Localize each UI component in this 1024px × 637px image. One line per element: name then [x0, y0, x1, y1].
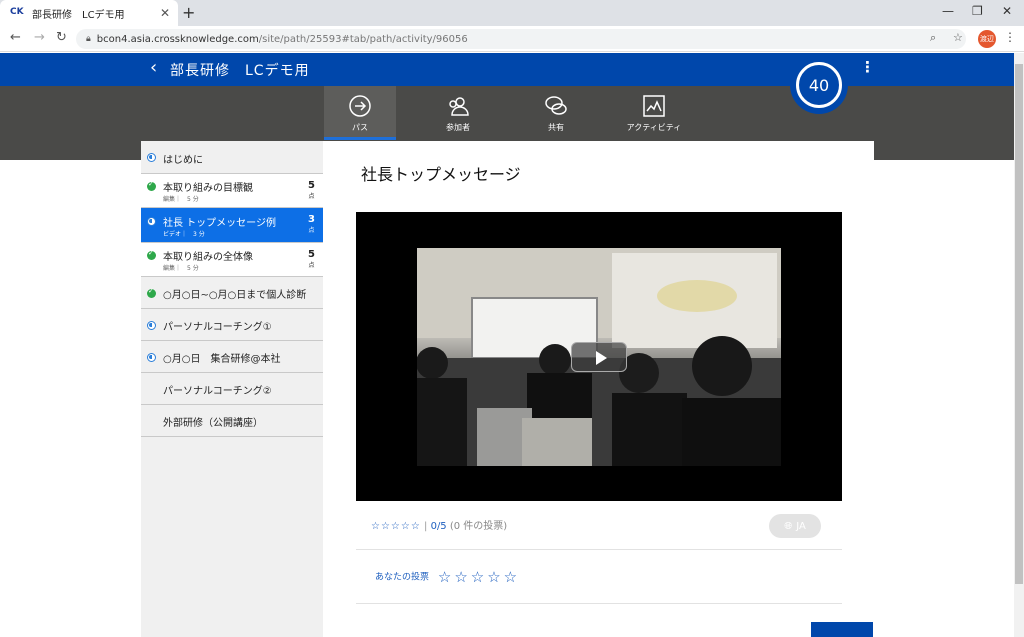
sidebar-item-label: パーソナルコーチング②: [163, 386, 272, 397]
in-progress-icon: [147, 153, 156, 162]
sidebar-item-label: ○月○日 集合研修@本社: [163, 354, 281, 365]
chat-bubbles-icon: [545, 96, 567, 115]
completed-icon: [147, 249, 156, 260]
sidebar-item-label: はじめに: [163, 155, 203, 166]
your-vote-row: あなたの投票 ☆☆☆☆☆: [375, 568, 520, 586]
sidebar-item-overview[interactable]: 本取り組みの全体像 編集｜ 5 分 5点: [141, 243, 323, 277]
scrollbar-thumb[interactable]: [1015, 64, 1023, 584]
tab-path[interactable]: パス: [324, 86, 396, 140]
points-unit: 点: [308, 193, 315, 200]
tab-close-icon[interactable]: ✕: [160, 6, 170, 20]
score-badge: 40: [790, 56, 848, 114]
sidebar-item-label: パーソナルコーチング①: [163, 322, 272, 333]
points-unit: 点: [308, 227, 315, 234]
sidebar-item-coaching-1[interactable]: パーソナルコーチング①: [141, 309, 323, 341]
back-arrow-icon[interactable]: ←: [10, 30, 21, 45]
bookmark-star-icon[interactable]: ☆: [953, 31, 963, 44]
minimize-icon[interactable]: —: [942, 4, 954, 18]
site-favicon-icon: CK: [10, 7, 24, 17]
activity-chart-icon: [643, 95, 665, 117]
forward-arrow-icon[interactable]: →: [34, 30, 45, 45]
sidebar-item-label: 社長 トップメッセージ例: [163, 218, 276, 229]
browser-menu-icon[interactable]: ⋮: [1004, 30, 1016, 44]
rating-votes: (0 件の投票): [449, 521, 508, 532]
url-host: bcon4.asia.crossknowledge.com: [96, 33, 259, 45]
zoom-icon[interactable]: ⌕: [930, 31, 936, 45]
tab-label: 参加者: [446, 123, 470, 132]
sidebar-item-goals[interactable]: 本取り組みの目標観 編集｜ 5 分 5点: [141, 174, 323, 208]
language-button[interactable]: 🌐︎ JA: [769, 514, 821, 538]
video-player[interactable]: [356, 212, 842, 501]
points-value: 5: [308, 180, 315, 191]
url-input[interactable]: 🔒︎ bcon4.asia.crossknowledge.com/site/pa…: [76, 29, 966, 49]
sidebar-item-label: ○月○日~○月○日まで個人診断: [163, 290, 307, 301]
back-chevron-icon[interactable]: ‹: [150, 57, 157, 78]
completed-icon: [147, 180, 156, 191]
tab-share[interactable]: 共有: [520, 86, 592, 140]
your-vote-label: あなたの投票: [375, 572, 430, 583]
divider: [356, 603, 842, 604]
sidebar-item-label: 外部研修（公開講座）: [163, 418, 263, 429]
lock-icon: 🔒︎: [86, 34, 91, 44]
page-title: 部長研修 LCデモ用: [170, 63, 310, 79]
score-value: 40: [796, 62, 842, 108]
play-button[interactable]: [571, 342, 627, 372]
sidebar-item-coaching-2[interactable]: パーソナルコーチング②: [141, 373, 323, 405]
points-value: 3: [308, 214, 315, 225]
new-tab-icon[interactable]: +: [182, 3, 195, 22]
participants-icon: [449, 97, 469, 116]
rating-summary: ☆☆☆☆☆ | 0/5 (0 件の投票): [371, 521, 508, 532]
sidebar-item-group-training[interactable]: ○月○日 集合研修@本社: [141, 341, 323, 373]
language-label: JA: [796, 520, 806, 532]
vote-stars-input[interactable]: ☆☆☆☆☆: [438, 568, 520, 586]
in-progress-icon: [147, 321, 156, 330]
globe-icon: 🌐︎: [784, 520, 793, 532]
sidebar-item-label: 本取り組みの全体像: [163, 252, 253, 263]
url-path: /site/path/25593#tab/path/activity/96056: [258, 33, 468, 45]
sidebar-item-meta: 編集｜ 5 分: [163, 265, 199, 272]
in-progress-icon: [147, 353, 156, 362]
sidebar-item-intro[interactable]: はじめに: [141, 141, 323, 174]
address-bar-row: ← → ↻ 🔒︎ bcon4.asia.crossknowledge.com/s…: [0, 26, 1024, 52]
window-close-icon[interactable]: ✕: [1002, 4, 1012, 18]
completed-icon: [147, 287, 156, 298]
restore-icon[interactable]: ❐: [972, 4, 983, 18]
points-badge: 5点: [308, 249, 315, 269]
next-button[interactable]: [811, 622, 873, 637]
profile-avatar[interactable]: 渡辺: [978, 30, 996, 48]
points-badge: 3点: [308, 214, 315, 234]
points-badge: 5点: [308, 180, 315, 200]
in-progress-icon: [147, 217, 156, 226]
points-value: 5: [308, 249, 315, 260]
rating-stars-icon: ☆☆☆☆☆: [371, 521, 421, 532]
reload-icon[interactable]: ↻: [56, 30, 67, 45]
browser-tab[interactable]: CK 部長研修 LCデモ用 ✕: [0, 0, 178, 26]
sidebar-item-ceo-message[interactable]: 社長 トップメッセージ例 ビデオ｜ 3 分 3点: [141, 208, 323, 243]
path-arrow-icon: [349, 95, 371, 117]
rating-score: 0/5: [430, 521, 447, 532]
activity-title: 社長トップメッセージ: [361, 165, 521, 184]
sidebar-item-meta: 編集｜ 5 分: [163, 196, 199, 203]
tab-label: アクティビティ: [626, 123, 682, 132]
sidebar-item-diagnosis[interactable]: ○月○日~○月○日まで個人診断: [141, 277, 323, 309]
browser-tab-title: 部長研修 LCデモ用: [32, 9, 125, 21]
more-options-icon[interactable]: ⋮: [860, 58, 875, 76]
points-unit: 点: [308, 262, 315, 269]
sidebar-item-label: 本取り組みの目標観: [163, 183, 253, 194]
tab-label: パス: [352, 123, 368, 132]
sidebar: はじめに 本取り組みの目標観 編集｜ 5 分 5点 社長 トップメッセージ例 ビ…: [141, 141, 323, 637]
divider: [356, 549, 842, 550]
tab-participants[interactable]: 参加者: [422, 86, 494, 140]
activity-panel: 社長トップメッセージ ☆☆☆☆☆ | 0/5 (0 件の投票) 🌐︎ JA あな…: [323, 141, 874, 637]
sidebar-item-meta: ビデオ｜ 3 分: [163, 231, 205, 238]
sidebar-item-external-training[interactable]: 外部研修（公開講座）: [141, 405, 323, 437]
browser-tabstrip: CK 部長研修 LCデモ用 ✕ + — ❐ ✕: [0, 0, 1024, 26]
tab-activity[interactable]: アクティビティ: [618, 86, 690, 140]
tab-label: 共有: [548, 123, 564, 132]
